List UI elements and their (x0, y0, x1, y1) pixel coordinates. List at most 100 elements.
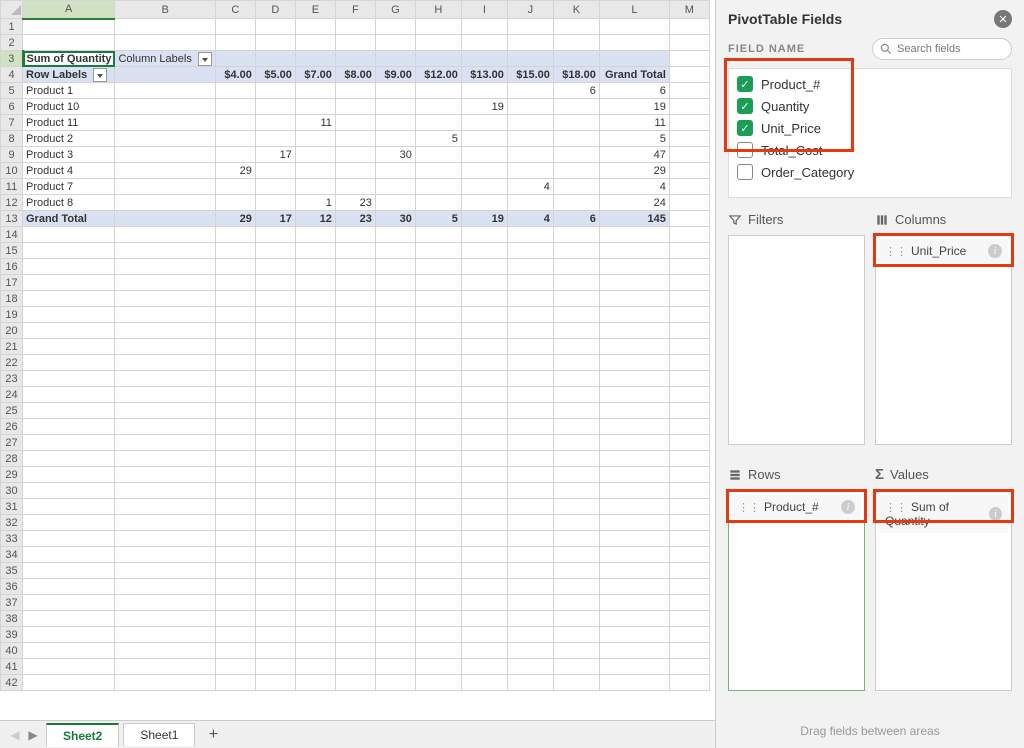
cell-42-C[interactable] (215, 675, 255, 691)
cell-13-F[interactable]: 23 (335, 211, 375, 227)
cell-22-G[interactable] (375, 355, 415, 371)
row-header-34[interactable]: 34 (1, 547, 23, 563)
cell-9-A[interactable]: Product 3 (23, 147, 115, 163)
cell-32-B[interactable] (115, 515, 215, 531)
cell-32-A[interactable] (23, 515, 115, 531)
cell-38-G[interactable] (375, 611, 415, 627)
cell-4-C[interactable]: $4.00 (215, 67, 255, 83)
cell-33-G[interactable] (375, 531, 415, 547)
row-header-22[interactable]: 22 (1, 355, 23, 371)
cell-10-C[interactable]: 29 (215, 163, 255, 179)
pill-Product_#[interactable]: ⋮⋮Product_#i (732, 495, 861, 519)
cell-32-E[interactable] (295, 515, 335, 531)
columns-drop-area[interactable]: ⋮⋮Unit_Pricei (875, 235, 1012, 445)
cell-35-A[interactable] (23, 563, 115, 579)
cell-2-B[interactable] (115, 35, 215, 51)
cell-22-A[interactable] (23, 355, 115, 371)
cell-25-M[interactable] (669, 403, 709, 419)
cell-33-E[interactable] (295, 531, 335, 547)
cell-6-A[interactable]: Product 10 (23, 99, 115, 115)
cell-14-F[interactable] (335, 227, 375, 243)
col-header-M[interactable]: M (669, 1, 709, 19)
row-header-13[interactable]: 13 (1, 211, 23, 227)
cell-37-G[interactable] (375, 595, 415, 611)
cell-38-D[interactable] (255, 611, 295, 627)
cell-3-K[interactable] (553, 51, 599, 67)
cell-31-C[interactable] (215, 499, 255, 515)
cell-5-C[interactable] (215, 83, 255, 99)
cell-13-D[interactable]: 17 (255, 211, 295, 227)
cell-9-B[interactable] (115, 147, 215, 163)
cell-11-J[interactable]: 4 (507, 179, 553, 195)
cell-10-J[interactable] (507, 163, 553, 179)
cell-37-D[interactable] (255, 595, 295, 611)
cell-3-H[interactable] (415, 51, 461, 67)
cell-5-D[interactable] (255, 83, 295, 99)
cell-34-H[interactable] (415, 547, 461, 563)
cell-16-J[interactable] (507, 259, 553, 275)
cell-6-M[interactable] (669, 99, 709, 115)
cell-8-L[interactable]: 5 (599, 131, 669, 147)
row-header-12[interactable]: 12 (1, 195, 23, 211)
row-header-42[interactable]: 42 (1, 675, 23, 691)
cell-20-H[interactable] (415, 323, 461, 339)
cell-4-M[interactable] (669, 67, 709, 83)
cell-32-H[interactable] (415, 515, 461, 531)
cell-42-G[interactable] (375, 675, 415, 691)
row-header-30[interactable]: 30 (1, 483, 23, 499)
cell-1-C[interactable] (215, 19, 255, 35)
cell-30-H[interactable] (415, 483, 461, 499)
cell-16-C[interactable] (215, 259, 255, 275)
cell-40-C[interactable] (215, 643, 255, 659)
cell-31-K[interactable] (553, 499, 599, 515)
row-header-1[interactable]: 1 (1, 19, 23, 35)
pill-Unit_Price[interactable]: ⋮⋮Unit_Pricei (879, 239, 1008, 263)
cell-29-C[interactable] (215, 467, 255, 483)
cell-42-K[interactable] (553, 675, 599, 691)
cell-11-C[interactable] (215, 179, 255, 195)
row-header-9[interactable]: 9 (1, 147, 23, 163)
row-header-16[interactable]: 16 (1, 259, 23, 275)
cell-28-K[interactable] (553, 451, 599, 467)
cell-23-K[interactable] (553, 371, 599, 387)
cell-42-B[interactable] (115, 675, 215, 691)
cell-26-D[interactable] (255, 419, 295, 435)
row-labels-dropdown[interactable] (93, 68, 107, 82)
cell-5-K[interactable]: 6 (553, 83, 599, 99)
cell-21-K[interactable] (553, 339, 599, 355)
cell-24-G[interactable] (375, 387, 415, 403)
cell-15-E[interactable] (295, 243, 335, 259)
cell-2-I[interactable] (461, 35, 507, 51)
cell-25-C[interactable] (215, 403, 255, 419)
cell-40-G[interactable] (375, 643, 415, 659)
cell-17-M[interactable] (669, 275, 709, 291)
cell-41-M[interactable] (669, 659, 709, 675)
cell-26-G[interactable] (375, 419, 415, 435)
cell-30-K[interactable] (553, 483, 599, 499)
cell-33-H[interactable] (415, 531, 461, 547)
cell-14-B[interactable] (115, 227, 215, 243)
cell-41-E[interactable] (295, 659, 335, 675)
cell-6-K[interactable] (553, 99, 599, 115)
cell-8-K[interactable] (553, 131, 599, 147)
cell-35-C[interactable] (215, 563, 255, 579)
cell-21-G[interactable] (375, 339, 415, 355)
cell-42-M[interactable] (669, 675, 709, 691)
cell-17-D[interactable] (255, 275, 295, 291)
row-header-21[interactable]: 21 (1, 339, 23, 355)
cell-23-F[interactable] (335, 371, 375, 387)
cell-34-M[interactable] (669, 547, 709, 563)
row-header-10[interactable]: 10 (1, 163, 23, 179)
cell-38-H[interactable] (415, 611, 461, 627)
cell-33-L[interactable] (599, 531, 669, 547)
cell-21-L[interactable] (599, 339, 669, 355)
cell-22-H[interactable] (415, 355, 461, 371)
cell-1-H[interactable] (415, 19, 461, 35)
cell-8-A[interactable]: Product 2 (23, 131, 115, 147)
cell-18-H[interactable] (415, 291, 461, 307)
cell-15-C[interactable] (215, 243, 255, 259)
cell-41-K[interactable] (553, 659, 599, 675)
cell-1-F[interactable] (335, 19, 375, 35)
cell-1-L[interactable] (599, 19, 669, 35)
cell-27-L[interactable] (599, 435, 669, 451)
